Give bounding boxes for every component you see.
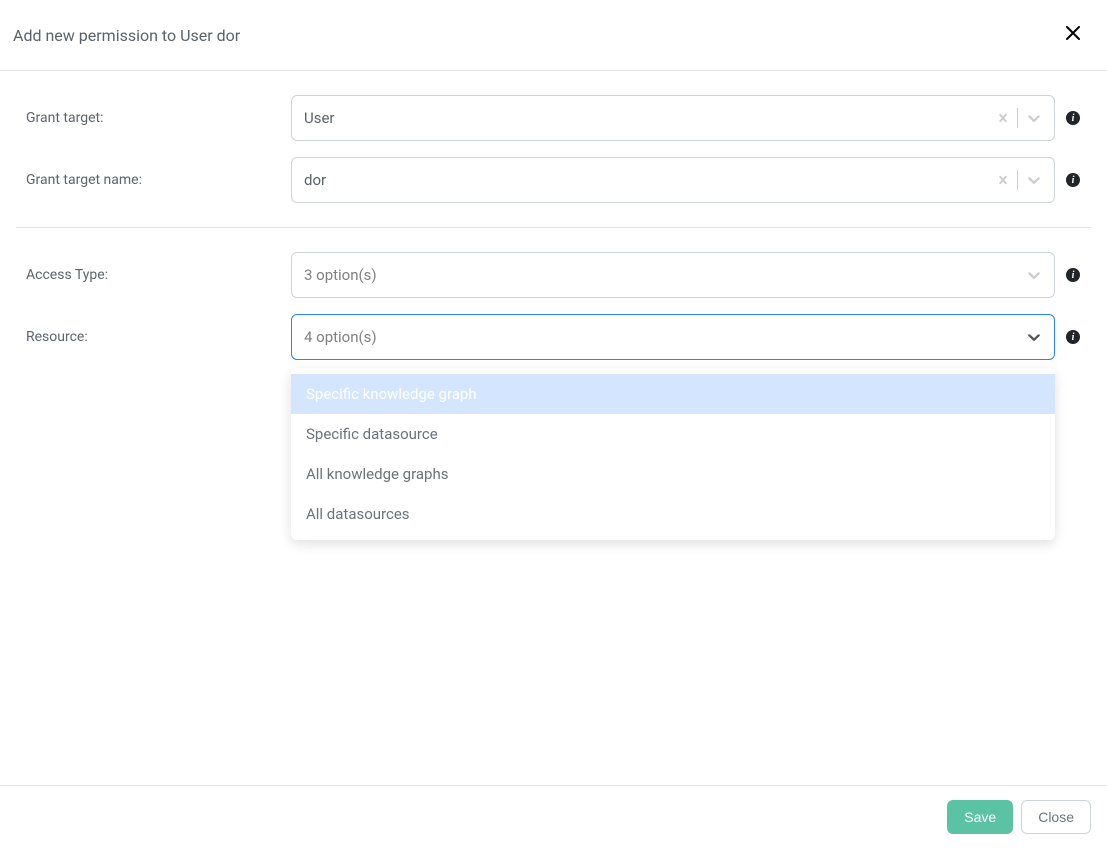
select-grant-target-wrapper: User xyxy=(291,95,1055,141)
label-grant-target-name: Grant target name: xyxy=(16,172,291,188)
select-indicators xyxy=(1024,327,1044,347)
select-indicators xyxy=(995,108,1044,128)
dropdown-option-specific-knowledge-graph[interactable]: Specific knowledge graph xyxy=(291,374,1055,414)
label-access-type: Access Type: xyxy=(16,267,291,283)
info-wrapper: i xyxy=(1055,268,1091,282)
row-grant-target: Grant target: User i xyxy=(16,95,1091,141)
select-grant-target-name[interactable]: dor xyxy=(291,157,1055,203)
modal-body: Grant target: User i xyxy=(0,71,1107,408)
clear-icon[interactable] xyxy=(995,172,1011,188)
chevron-down-icon[interactable] xyxy=(1024,265,1044,285)
select-resource[interactable]: 4 option(s) xyxy=(291,314,1055,360)
select-access-type-placeholder: 3 option(s) xyxy=(304,266,377,284)
dropdown-option-specific-datasource[interactable]: Specific datasource xyxy=(291,414,1055,454)
indicator-separator xyxy=(1017,170,1018,190)
dropdown-option-all-knowledge-graphs[interactable]: All knowledge graphs xyxy=(291,454,1055,494)
select-grant-target-name-value: dor xyxy=(304,171,326,189)
info-icon[interactable]: i xyxy=(1066,111,1080,125)
label-resource: Resource: xyxy=(16,329,291,345)
resource-dropdown-menu: Specific knowledge graph Specific dataso… xyxy=(291,368,1055,540)
info-icon[interactable]: i xyxy=(1066,330,1080,344)
info-icon[interactable]: i xyxy=(1066,173,1080,187)
form-section-access: Access Type: 3 option(s) i Resource: xyxy=(16,252,1091,384)
select-resource-placeholder: 4 option(s) xyxy=(304,328,377,346)
chevron-down-icon[interactable] xyxy=(1024,170,1044,190)
info-wrapper: i xyxy=(1055,111,1091,125)
modal-header: Add new permission to User dor xyxy=(0,0,1107,71)
select-resource-wrapper: 4 option(s) Specific knowledge graph Spe… xyxy=(291,314,1055,360)
save-button[interactable]: Save xyxy=(947,800,1013,834)
info-wrapper: i xyxy=(1055,330,1091,344)
row-access-type: Access Type: 3 option(s) i xyxy=(16,252,1091,298)
indicator-separator xyxy=(1017,108,1018,128)
close-icon[interactable] xyxy=(1065,24,1091,46)
clear-icon[interactable] xyxy=(995,110,1011,126)
info-wrapper: i xyxy=(1055,173,1091,187)
chevron-down-icon[interactable] xyxy=(1024,327,1044,347)
row-grant-target-name: Grant target name: dor i xyxy=(16,157,1091,203)
chevron-down-icon[interactable] xyxy=(1024,108,1044,128)
close-button[interactable]: Close xyxy=(1021,800,1091,834)
modal-title: Add new permission to User dor xyxy=(13,26,240,45)
select-indicators xyxy=(995,170,1044,190)
select-indicators xyxy=(1024,265,1044,285)
select-grant-target[interactable]: User xyxy=(291,95,1055,141)
form-section-target: Grant target: User i xyxy=(16,95,1091,228)
label-grant-target: Grant target: xyxy=(16,110,291,126)
row-resource: Resource: 4 option(s) Specific knowledge… xyxy=(16,314,1091,360)
select-grant-target-name-wrapper: dor xyxy=(291,157,1055,203)
dropdown-option-all-datasources[interactable]: All datasources xyxy=(291,494,1055,534)
modal-footer: Save Close xyxy=(0,785,1107,848)
select-access-type[interactable]: 3 option(s) xyxy=(291,252,1055,298)
select-access-type-wrapper: 3 option(s) xyxy=(291,252,1055,298)
info-icon[interactable]: i xyxy=(1066,268,1080,282)
select-grant-target-value: User xyxy=(304,109,335,127)
